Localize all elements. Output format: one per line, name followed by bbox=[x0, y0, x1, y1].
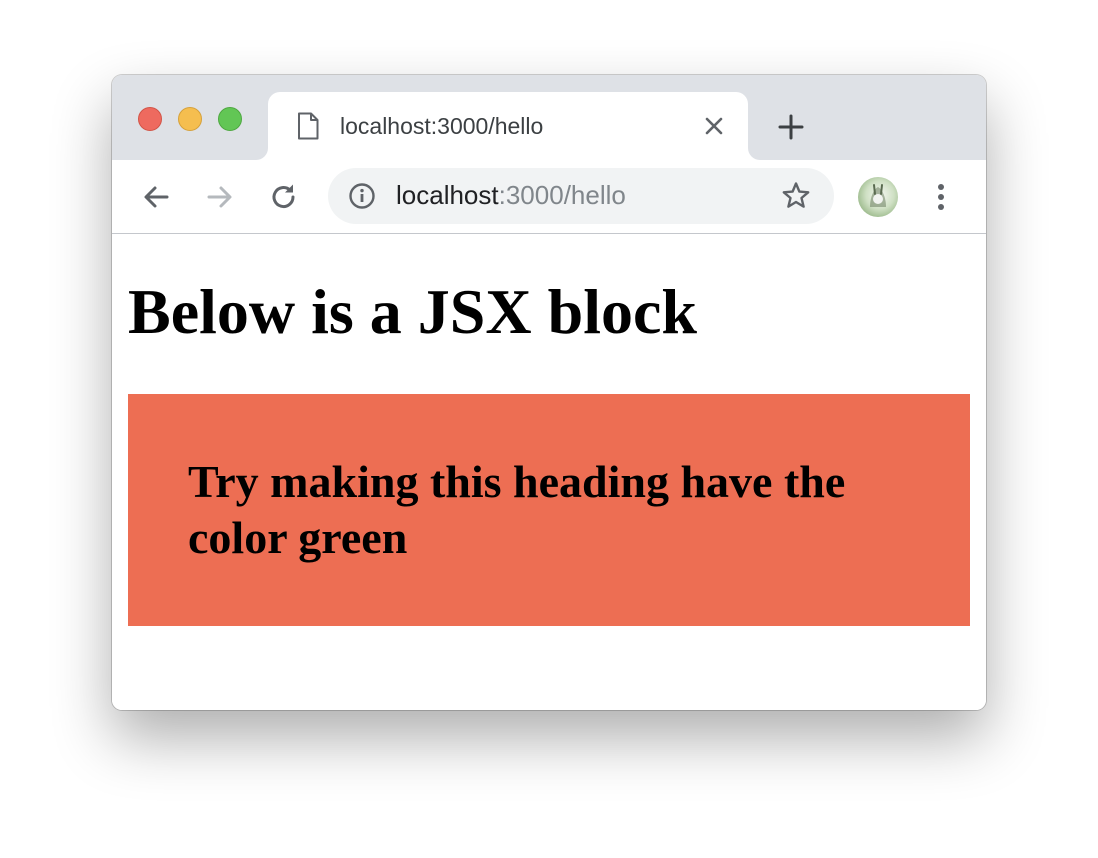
page-content: Below is a JSX block Try making this hea… bbox=[112, 234, 986, 710]
star-icon[interactable] bbox=[780, 180, 812, 212]
browser-tab[interactable]: localhost:3000/hello bbox=[268, 92, 748, 160]
avatar-image bbox=[870, 184, 886, 207]
jsx-heading: Try making this heading have the color g… bbox=[188, 456, 846, 563]
window-maximize-button[interactable] bbox=[218, 107, 242, 131]
kebab-menu-icon[interactable] bbox=[926, 180, 956, 214]
document-icon bbox=[298, 112, 319, 140]
profile-avatar[interactable] bbox=[858, 177, 898, 217]
browser-window: localhost:3000/hello localhost:3000/hell… bbox=[112, 75, 986, 710]
new-tab-plus-icon[interactable] bbox=[776, 112, 806, 142]
info-icon[interactable] bbox=[348, 182, 376, 210]
url-host: localhost bbox=[396, 180, 499, 210]
window-close-button[interactable] bbox=[138, 107, 162, 131]
title-bar: localhost:3000/hello bbox=[112, 75, 986, 160]
address-bar[interactable]: localhost:3000/hello bbox=[328, 168, 834, 224]
page-heading: Below is a JSX block bbox=[128, 276, 697, 347]
tab-title: localhost:3000/hello bbox=[340, 113, 544, 139]
forward-arrow-icon[interactable] bbox=[204, 181, 236, 213]
back-arrow-icon[interactable] bbox=[140, 181, 172, 213]
url-text[interactable]: localhost:3000/hello bbox=[396, 180, 626, 211]
jsx-block: Try making this heading have the color g… bbox=[128, 394, 970, 626]
toolbar: localhost:3000/hello bbox=[112, 160, 986, 234]
reload-icon[interactable] bbox=[268, 181, 300, 213]
window-minimize-button[interactable] bbox=[178, 107, 202, 131]
url-path: :3000/hello bbox=[498, 180, 626, 210]
close-icon[interactable] bbox=[702, 114, 726, 138]
